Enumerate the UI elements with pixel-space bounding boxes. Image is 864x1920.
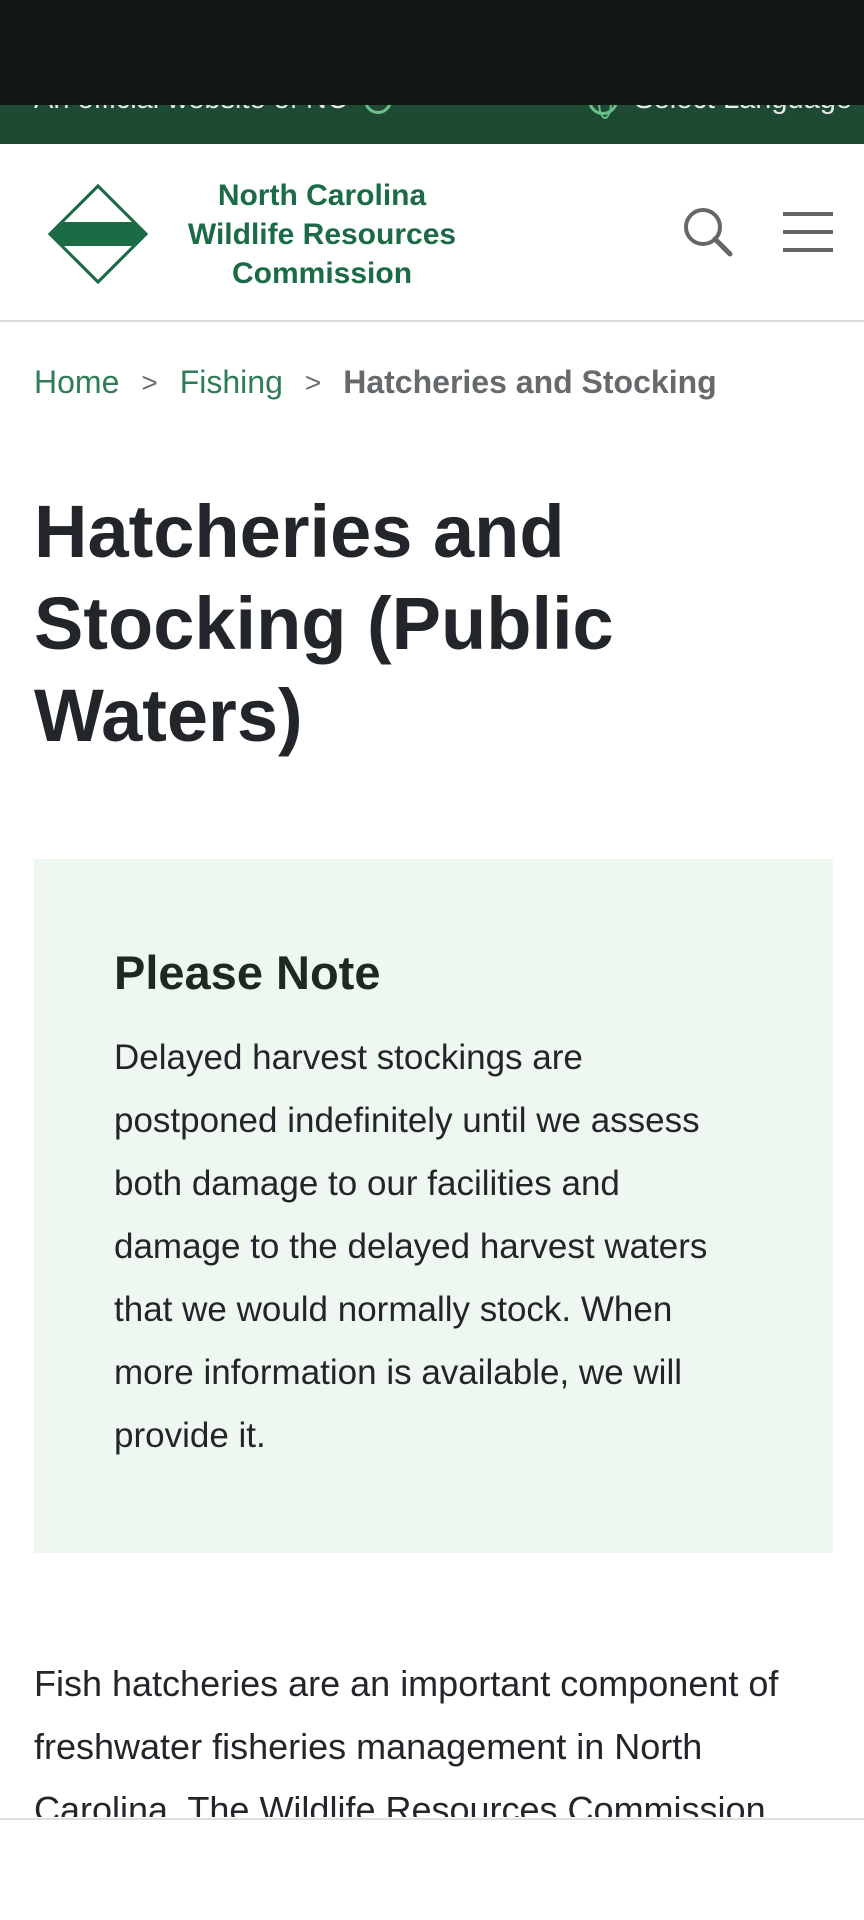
page-title: Hatcheries and Stocking (Public Waters) <box>34 490 614 757</box>
breadcrumb-separator: > <box>304 366 322 398</box>
notice-box: Please Note Delayed harvest stockings ar… <box>34 859 833 1553</box>
breadcrumb-fishing-link[interactable]: Fishing <box>180 364 283 401</box>
logo-wordmark: North Carolina Wildlife Resources Commis… <box>162 176 482 293</box>
breadcrumb-current: Hatcheries and Stocking <box>343 364 717 400</box>
breadcrumb-home-link[interactable]: Home <box>34 364 119 401</box>
browser-bottom-bar <box>0 1818 864 1920</box>
logo-line: North Carolina <box>217 178 427 212</box>
search-icon <box>684 208 733 257</box>
breadcrumb-separator: > <box>141 366 158 398</box>
logo-line: Commission <box>231 256 413 290</box>
search-button[interactable] <box>676 200 740 264</box>
site-logo[interactable]: North Carolina Wildlife Resources Commis… <box>46 179 486 290</box>
notice-title: Please Note <box>114 946 381 999</box>
menu-button[interactable] <box>776 200 840 264</box>
hamburger-menu-icon <box>783 212 833 252</box>
system-status-bar <box>0 0 864 105</box>
site-header: North Carolina Wildlife Resources Commis… <box>0 144 864 322</box>
diamond-logo-icon <box>47 183 149 285</box>
notice-body: Delayed harvest stockings are postponed … <box>114 1038 708 1455</box>
logo-line: Wildlife Resources <box>187 217 457 251</box>
intro-paragraph: Fish hatcheries are an important compone… <box>34 1663 779 1817</box>
breadcrumb: Home > Fishing > Hatcheries and Stocking <box>34 364 717 401</box>
